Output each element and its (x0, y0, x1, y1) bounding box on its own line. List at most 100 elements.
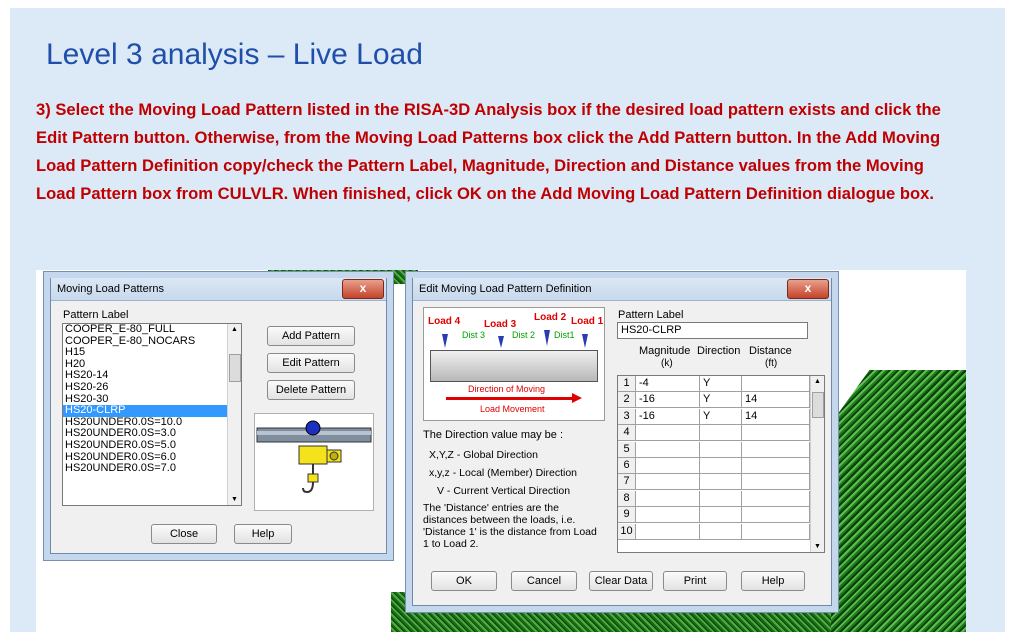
pattern-listbox[interactable]: COOPER_E-80_FULL COOPER_E-80_NOCARS H15 H20… (62, 323, 242, 506)
scroll-thumb[interactable] (812, 392, 824, 418)
row-number: 3 (618, 408, 636, 424)
pattern-list-item[interactable]: HS20-26 (63, 381, 241, 394)
dialog-title: Edit Moving Load Pattern Definition (419, 283, 592, 295)
distance-cell[interactable] (742, 523, 810, 539)
moving-load-patterns-dialog: Moving Load Patterns x Pattern Label COO… (50, 278, 387, 554)
direction-cell[interactable]: Y (700, 376, 742, 391)
magnitude-cell[interactable] (636, 507, 700, 523)
magnitude-cell[interactable] (636, 441, 700, 457)
row-number: 10 (618, 523, 636, 539)
delete-pattern-button[interactable]: Delete Pattern (267, 380, 355, 400)
pattern-list-item[interactable]: COOPER_E-80_FULL (63, 324, 241, 336)
add-pattern-button[interactable]: Add Pattern (267, 326, 355, 346)
pattern-label-caption: Pattern Label (63, 309, 129, 321)
row-number: 2 (618, 392, 636, 408)
pattern-label-input[interactable]: HS20-CLRP (617, 322, 808, 339)
load-arrow (498, 336, 504, 348)
edit-pattern-button[interactable]: Edit Pattern (267, 353, 355, 373)
col-magnitude-unit: (k) (661, 358, 673, 369)
scroll-thumb[interactable] (229, 354, 241, 382)
distance-cell[interactable] (742, 474, 810, 490)
direction-cell[interactable] (700, 490, 742, 506)
direction-cell[interactable]: Y (700, 408, 742, 424)
distance-cell[interactable] (742, 425, 810, 441)
distance-cell[interactable] (742, 507, 810, 523)
load-diagram: Load 4 Load 3 Load 2 Load 1 Dist 3 Dist … (423, 307, 605, 421)
table-row[interactable]: 2 -16 Y 14 (618, 392, 810, 409)
direction-cell[interactable] (700, 458, 742, 473)
direction-cell[interactable] (700, 507, 742, 523)
row-number: 9 (618, 507, 636, 523)
print-button[interactable]: Print (663, 571, 727, 591)
pattern-label-caption: Pattern Label (618, 309, 684, 321)
table-row[interactable]: 10 (618, 523, 810, 540)
row-number: 1 (618, 376, 636, 391)
distance-cell[interactable] (742, 490, 810, 506)
distance-cell[interactable]: 14 (742, 408, 810, 424)
distance-cell[interactable] (742, 441, 810, 457)
row-number: 8 (618, 490, 636, 506)
direction-cell[interactable] (700, 441, 742, 457)
magnitude-cell[interactable] (636, 458, 700, 473)
help-button[interactable]: Help (234, 524, 292, 544)
load-label: Load 1 (571, 316, 604, 327)
col-distance-unit: (ft) (765, 358, 778, 369)
magnitude-cell[interactable] (636, 474, 700, 490)
direction-cell[interactable] (700, 523, 742, 539)
load-pattern-table[interactable]: 1 -4 Y 2 -16 Y 14 3 -16 Y 14 4 5 6 7 8 9 10 ▲ ▼ (617, 375, 825, 553)
help-button[interactable]: Help (741, 571, 805, 591)
pattern-list-item[interactable]: HS20-CLRP (63, 405, 241, 417)
close-icon[interactable]: x (787, 279, 829, 299)
direction-help-title: The Direction value may be : (423, 429, 564, 441)
row-number: 7 (618, 474, 636, 490)
table-row[interactable]: 1 -4 Y (618, 376, 810, 392)
magnitude-cell[interactable] (636, 523, 700, 539)
listbox-scrollbar[interactable]: ▲ ▼ (227, 324, 241, 505)
table-row[interactable]: 8 (618, 490, 810, 507)
dist-label: Dist 2 (512, 330, 536, 340)
magnitude-cell[interactable]: -16 (636, 408, 700, 424)
direction-cell[interactable] (700, 425, 742, 441)
row-number: 6 (618, 458, 636, 473)
close-button[interactable]: Close (151, 524, 217, 544)
magnitude-cell[interactable]: -4 (636, 376, 700, 391)
table-row[interactable]: 7 (618, 474, 810, 491)
slide-instructions: 3) Select the Moving Load Pattern listed… (36, 100, 941, 203)
scroll-down-icon[interactable]: ▼ (814, 543, 821, 550)
pattern-list-item[interactable]: H15 (63, 347, 241, 359)
cancel-button[interactable]: Cancel (511, 571, 577, 591)
magnitude-cell[interactable]: -16 (636, 392, 700, 408)
scroll-down-icon[interactable]: ▼ (231, 496, 238, 503)
row-number: 5 (618, 441, 636, 457)
row-number: 4 (618, 425, 636, 441)
dist-label: Dist 3 (462, 330, 486, 340)
table-row[interactable]: 3 -16 Y 14 (618, 408, 810, 425)
table-row[interactable]: 6 (618, 458, 810, 474)
ok-button[interactable]: OK (431, 571, 497, 591)
pattern-list-item[interactable]: COOPER_E-80_NOCARS (63, 335, 241, 348)
edit-moving-load-pattern-dialog: Edit Moving Load Pattern Definition x Lo… (412, 278, 832, 606)
col-distance-header: Distance (749, 345, 792, 357)
dialog-titlebar[interactable]: Moving Load Patterns x (51, 278, 386, 301)
distance-cell[interactable] (742, 458, 810, 473)
table-row[interactable]: 9 (618, 507, 810, 524)
table-scrollbar[interactable]: ▲ ▼ (810, 376, 824, 552)
magnitude-cell[interactable] (636, 425, 700, 441)
pattern-list-item[interactable]: HS20UNDER0.0S=5.0 (63, 439, 241, 452)
scroll-up-icon[interactable]: ▲ (231, 326, 238, 333)
scroll-up-icon[interactable]: ▲ (814, 378, 821, 385)
load-label: Load 2 (534, 312, 567, 323)
close-icon[interactable]: x (342, 279, 384, 299)
load-arrow (582, 334, 588, 348)
pattern-list-item[interactable]: HS20UNDER0.0S=7.0 (63, 463, 241, 475)
direction-cell[interactable]: Y (700, 392, 742, 408)
distance-cell[interactable] (742, 376, 810, 391)
table-row[interactable]: 4 (618, 425, 810, 442)
magnitude-cell[interactable] (636, 490, 700, 506)
dialog-titlebar[interactable]: Edit Moving Load Pattern Definition x (413, 278, 831, 301)
clear-data-button[interactable]: Clear Data (589, 571, 653, 591)
table-row[interactable]: 5 (618, 441, 810, 458)
distance-cell[interactable]: 14 (742, 392, 810, 408)
direction-cell[interactable] (700, 474, 742, 490)
distance-help-text: The 'Distance' entries are the distances… (423, 502, 597, 550)
